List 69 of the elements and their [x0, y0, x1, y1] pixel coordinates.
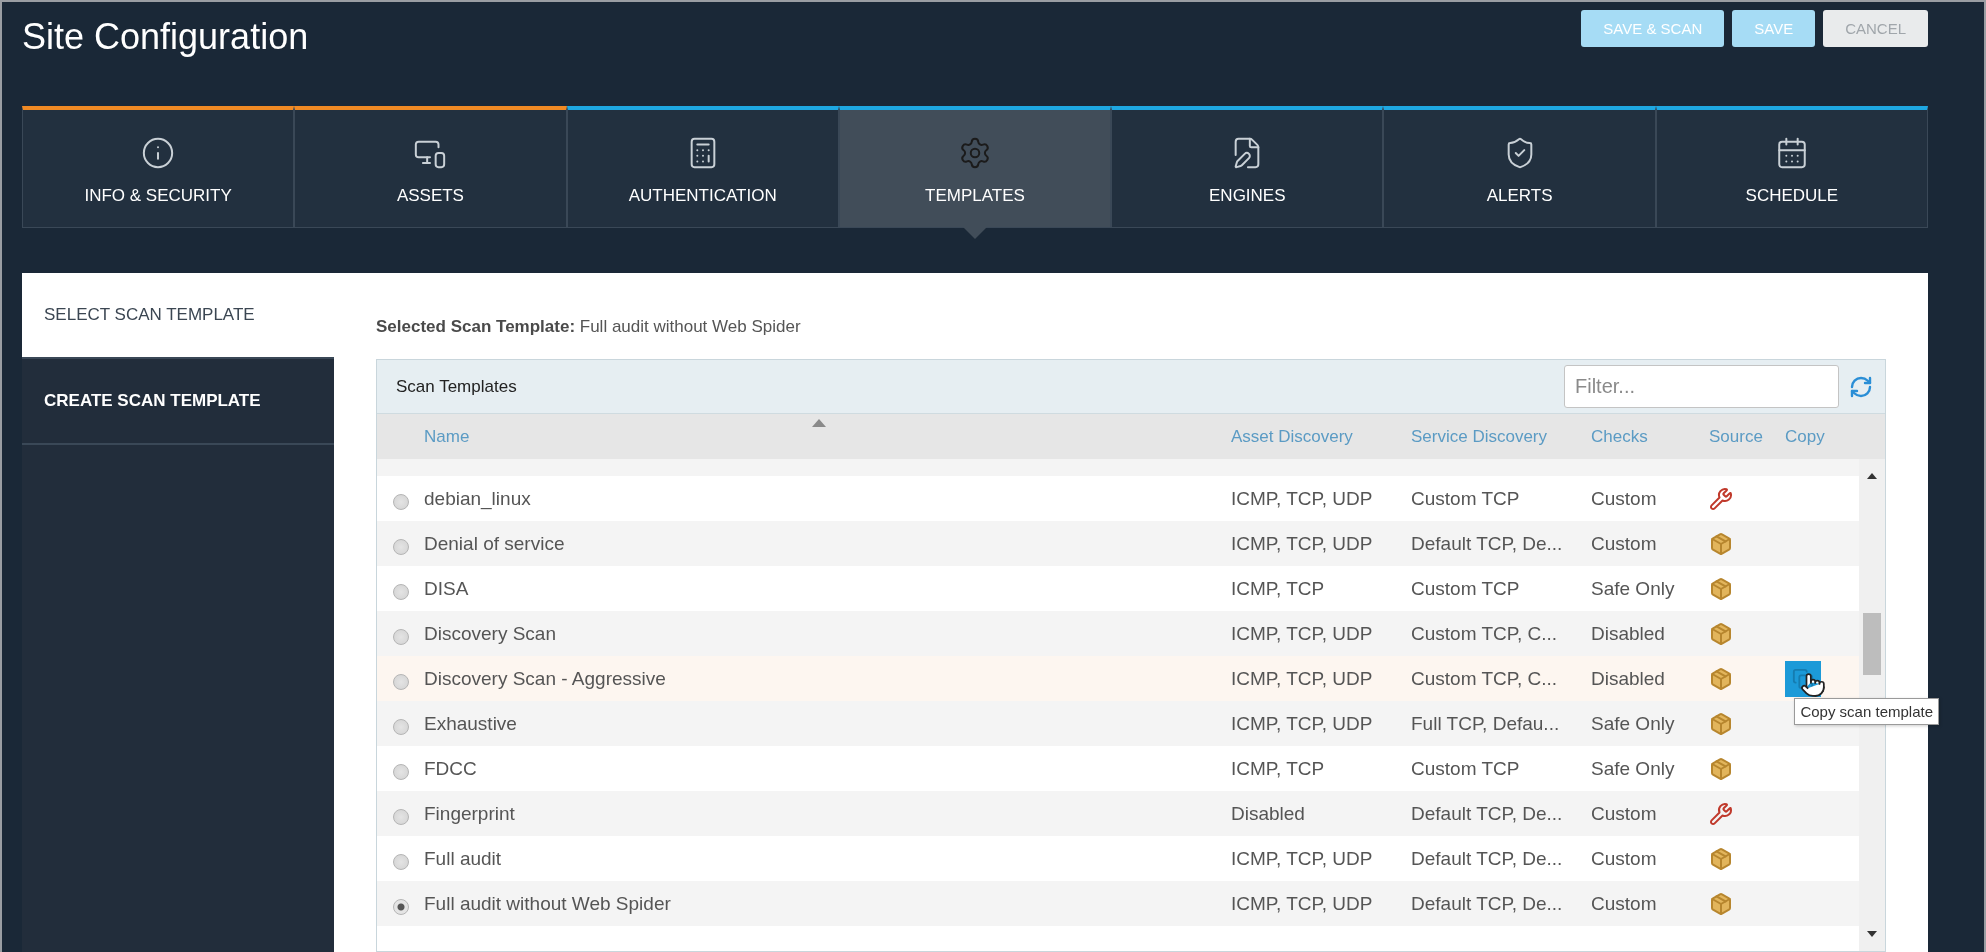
- tab[interactable]: ASSETS: [294, 106, 567, 228]
- radio-button[interactable]: [392, 538, 409, 555]
- copy-icon: [1792, 667, 1814, 690]
- table-cell-text: Custom: [1591, 487, 1658, 510]
- table-cell-text: ICMP, TCP, UDP: [1231, 892, 1374, 915]
- table-cell-text: ICMP, TCP, UDP: [1231, 532, 1374, 555]
- table-row[interactable]: Fingerprint Disabled Default TCP, De... Custom: [377, 791, 1859, 836]
- tab-pointer: [963, 227, 987, 239]
- table-cell-text: ICMP, TCP: [1231, 577, 1326, 600]
- radio-button[interactable]: [392, 763, 409, 780]
- tab[interactable]: SCHEDULE: [1655, 106, 1928, 228]
- table-cell-text: Fingerprint: [424, 802, 516, 825]
- table-cell-text: Default TCP, De...: [1411, 802, 1564, 825]
- sidebar-item[interactable]: SELECT SCAN TEMPLATE: [22, 273, 334, 359]
- radio-button[interactable]: [392, 718, 409, 735]
- table-cell-text: FDCC: [424, 757, 478, 780]
- table-cell-text: ICMP, TCP, UDP: [1231, 487, 1374, 510]
- table-cell-text: Discovery Scan - Aggressive: [424, 667, 667, 690]
- radio-button[interactable]: [392, 493, 409, 510]
- tab[interactable]: ALERTS: [1383, 106, 1656, 228]
- radio-button[interactable]: [392, 673, 409, 690]
- radio-button[interactable]: [392, 808, 409, 825]
- table-cell-text: Custom TCP: [1411, 757, 1521, 780]
- table-cell-text: Full audit without Web Spider: [424, 892, 672, 915]
- table-cell-text: Safe Only: [1591, 757, 1676, 780]
- settings-icon: [958, 136, 992, 170]
- table-row[interactable]: Full audit without Web Spider ICMP, TCP, UDP Default TCP, De... Custom: [377, 881, 1859, 926]
- table-cell-text: ICMP, TCP, UDP: [1231, 622, 1374, 645]
- table-cell-text: Disabled: [1231, 802, 1306, 825]
- table-cell-text: Custom: [1591, 802, 1658, 825]
- table-cell-text: Default TCP, De...: [1411, 532, 1564, 555]
- table-cell-text: Safe Only: [1591, 577, 1676, 600]
- table-cell-text: Full audit: [424, 847, 503, 870]
- table-cell-text: Discovery Scan: [424, 622, 557, 645]
- table-cell-text: Custom TCP: [1411, 577, 1521, 600]
- table-cell-text: Custom: [1591, 892, 1658, 915]
- table-cell-text: Custom: [1591, 532, 1658, 555]
- table-cell-text: Custom TCP: [1411, 487, 1521, 510]
- table-cell-text: ICMP, TCP, UDP: [1231, 667, 1374, 690]
- tooltip: Copy scan template: [1794, 698, 1939, 725]
- page-title: Site Configuration: [22, 16, 309, 58]
- info-icon: [141, 136, 176, 170]
- filter-field[interactable]: Filter...: [1564, 365, 1839, 408]
- tab[interactable]: INFO & SECURITY: [22, 106, 295, 228]
- pointer-cursor-icon: [1800, 672, 1826, 698]
- table-cell-text: Custom: [1591, 847, 1658, 870]
- sort-arrow-icon: [812, 419, 826, 427]
- table-row[interactable]: Denial of service ICMP, TCP, UDP Default TCP, De... Custom: [377, 521, 1859, 566]
- table-cell-text: Default TCP, De...: [1411, 892, 1564, 915]
- radio-button[interactable]: [392, 898, 409, 915]
- table-cell-text: ICMP, TCP, UDP: [1231, 847, 1374, 870]
- table-cell-text: Disabled: [1591, 667, 1666, 690]
- table-cell-text: ICMP, TCP: [1231, 757, 1326, 780]
- table-cell-text: debian_linux: [424, 487, 532, 510]
- table-cell-text: DISA: [424, 577, 470, 600]
- radio-button[interactable]: [392, 583, 409, 600]
- table-title: Scan Templates: [396, 376, 518, 397]
- table-cell-text: Custom TCP, C...: [1411, 622, 1559, 645]
- tab[interactable]: ENGINES: [1111, 106, 1384, 228]
- table-cell-text: Disabled: [1591, 622, 1666, 645]
- tab[interactable]: AUTHENTICATION: [566, 106, 839, 228]
- radio-button[interactable]: [392, 628, 409, 645]
- selected-template-text: Selected Scan Template: Full audit without Web Spider: [376, 317, 802, 337]
- table-cell-text: Denial of service: [424, 532, 566, 555]
- table-row[interactable]: Discovery Scan ICMP, TCP, UDP Custom TCP, C... Disabled: [377, 611, 1859, 656]
- radio-button[interactable]: [392, 853, 409, 870]
- table-cell-text: Custom TCP, C...: [1411, 667, 1559, 690]
- refresh-icon[interactable]: [1849, 374, 1873, 399]
- table-cell-text: Default TCP, De...: [1411, 847, 1564, 870]
